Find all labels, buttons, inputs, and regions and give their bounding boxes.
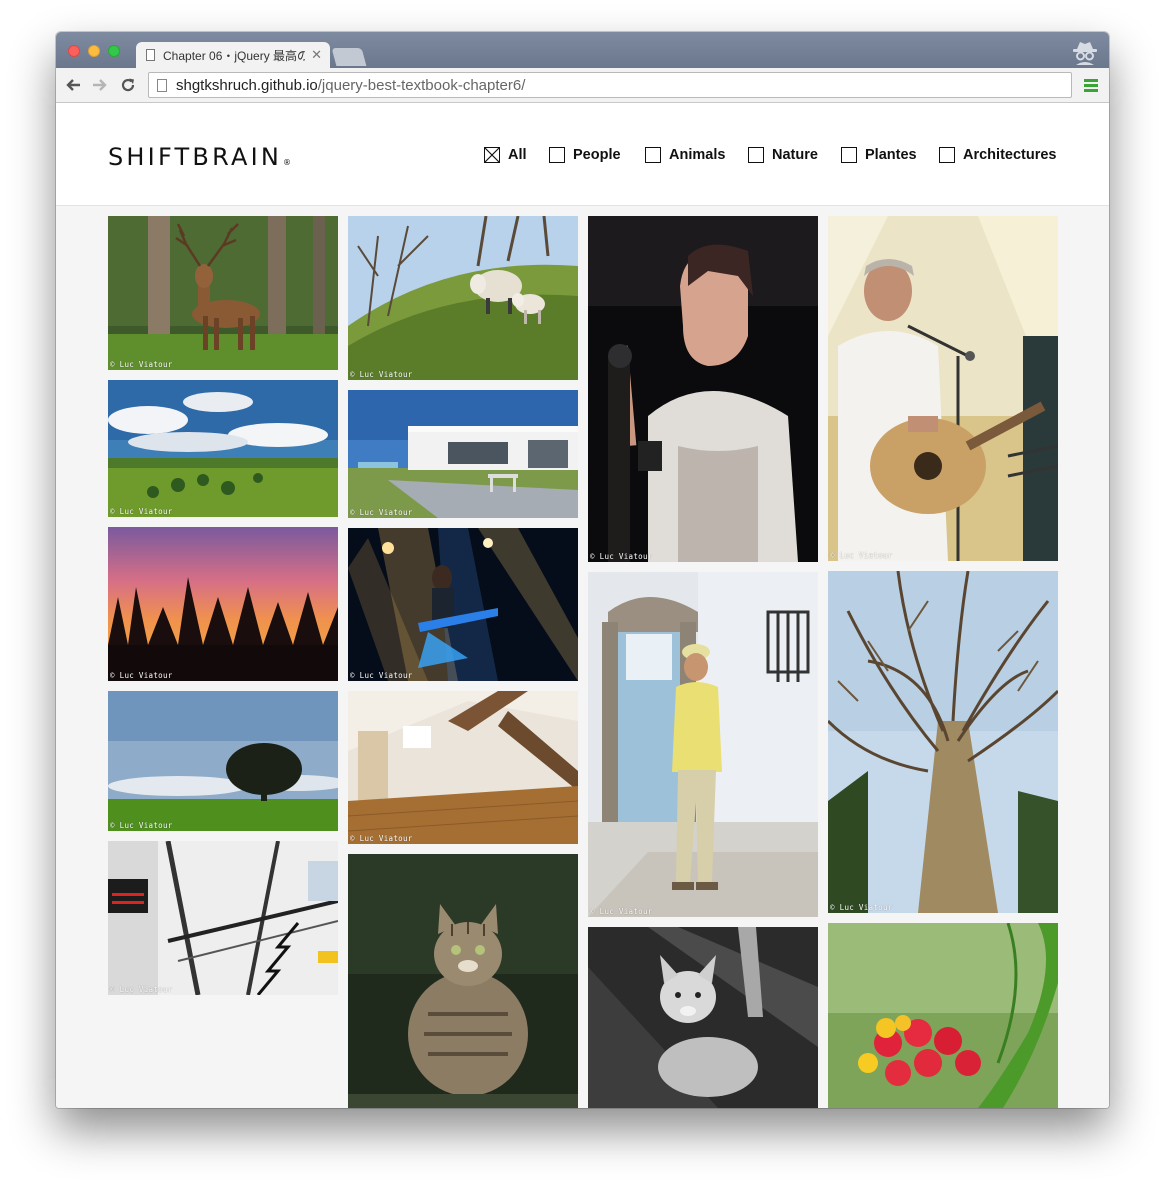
url-host: shgtkshruch.github.io bbox=[176, 76, 318, 94]
filter-label: Animals bbox=[669, 147, 726, 163]
filter-plantes[interactable]: Plantes bbox=[841, 145, 917, 165]
photo-lynx[interactable] bbox=[588, 927, 818, 1108]
photo-lone-tree[interactable]: © Luc Viatour bbox=[108, 691, 338, 831]
zoom-window-button[interactable] bbox=[108, 45, 120, 57]
incognito-icon bbox=[1068, 39, 1102, 65]
photo-wildcat[interactable] bbox=[348, 854, 578, 1108]
close-window-button[interactable] bbox=[68, 45, 80, 57]
checkbox-icon[interactable] bbox=[939, 147, 955, 163]
checkbox-checked-icon[interactable] bbox=[484, 147, 500, 163]
filter-nav: All People Animals Nature Plantes Archit… bbox=[56, 145, 1109, 165]
page-icon bbox=[146, 49, 155, 61]
photo-credit: © Luc Viatour bbox=[110, 507, 173, 516]
checkbox-icon[interactable] bbox=[645, 147, 661, 163]
site-header: SHIFTBRAIN® All People Animals Nature Pl… bbox=[56, 103, 1109, 206]
filter-animals[interactable]: Animals bbox=[645, 145, 725, 165]
page-viewport: SHIFTBRAIN® All People Animals Nature Pl… bbox=[56, 103, 1109, 1108]
tab-close-icon[interactable]: ✕ bbox=[311, 47, 322, 63]
filter-all[interactable]: All bbox=[484, 145, 527, 165]
filter-label: All bbox=[508, 147, 527, 163]
photo-tree-from-below[interactable]: © Luc Viatour bbox=[828, 571, 1058, 913]
photo-credit: © Luc Viatour bbox=[110, 360, 173, 369]
checkbox-icon[interactable] bbox=[549, 147, 565, 163]
back-arrow-icon[interactable] bbox=[62, 74, 84, 96]
photo-credit: © Luc Viatour bbox=[350, 508, 413, 517]
photo-credit: © Luc Viatour bbox=[350, 370, 413, 379]
filter-label: People bbox=[573, 147, 621, 163]
forward-arrow-icon[interactable] bbox=[89, 74, 111, 96]
checkbox-icon[interactable] bbox=[841, 147, 857, 163]
photo-credit: © Luc Viatour bbox=[830, 903, 893, 912]
reload-icon[interactable] bbox=[117, 74, 139, 96]
filter-nature[interactable]: Nature bbox=[748, 145, 818, 165]
photo-credit: © Luc Viatour bbox=[590, 907, 653, 916]
photo-credit: © Luc Viatour bbox=[830, 551, 893, 560]
browser-menu-icon[interactable] bbox=[1084, 79, 1098, 93]
photo-singer-woman[interactable]: © Luc Viatour bbox=[588, 216, 818, 562]
page-icon bbox=[157, 78, 167, 92]
browser-window: Chapter 06・jQuery 最高の… ✕ shgtkshruch.gi bbox=[56, 32, 1109, 1108]
photo-modern-house[interactable]: © Luc Viatour bbox=[348, 390, 578, 518]
filter-architectures[interactable]: Architectures bbox=[939, 145, 1056, 165]
new-tab-button[interactable] bbox=[331, 48, 367, 66]
filter-label: Nature bbox=[772, 147, 818, 163]
photo-credit: © Luc Viatour bbox=[590, 552, 653, 561]
photo-man-yellow-shirt[interactable]: © Luc Viatour bbox=[588, 572, 818, 917]
photo-credit: © Luc Viatour bbox=[350, 671, 413, 680]
photo-credit: © Luc Viatour bbox=[110, 821, 173, 830]
url-path: /jquery-best-textbook-chapter6/ bbox=[317, 76, 526, 94]
photo-red-flowers[interactable] bbox=[828, 923, 1058, 1108]
checkbox-icon[interactable] bbox=[748, 147, 764, 163]
filter-label: Plantes bbox=[865, 147, 917, 163]
photo-attic-room[interactable]: © Luc Viatour bbox=[348, 691, 578, 844]
photo-credit: © Luc Viatour bbox=[110, 985, 173, 994]
photo-guitarist-stage[interactable]: © Luc Viatour bbox=[348, 528, 578, 681]
photo-sheep[interactable]: © Luc Viatour bbox=[348, 216, 578, 380]
browser-titlebar: Chapter 06・jQuery 最高の… ✕ bbox=[56, 32, 1109, 68]
photo-credit: © Luc Viatour bbox=[350, 834, 413, 843]
minimize-window-button[interactable] bbox=[88, 45, 100, 57]
browser-toolbar: shgtkshruch.github.io/jquery-best-textbo… bbox=[56, 68, 1109, 103]
photo-sunset-trees[interactable]: © Luc Viatour bbox=[108, 527, 338, 681]
tab-title: Chapter 06・jQuery 最高の… bbox=[163, 48, 306, 63]
filter-people[interactable]: People bbox=[549, 145, 621, 165]
photo-meadow-sky[interactable]: © Luc Viatour bbox=[108, 380, 338, 517]
photo-credit: © Luc Viatour bbox=[110, 671, 173, 680]
browser-tab[interactable]: Chapter 06・jQuery 最高の… ✕ bbox=[136, 42, 330, 68]
filter-label: Architectures bbox=[963, 147, 1057, 163]
photo-singer-guitar[interactable]: © Luc Viatour bbox=[828, 216, 1058, 561]
photo-deer[interactable]: © Luc Viatour bbox=[108, 216, 338, 370]
photo-staircase[interactable]: © Luc Viatour bbox=[108, 841, 338, 995]
address-bar[interactable]: shgtkshruch.github.io/jquery-best-textbo… bbox=[148, 72, 1072, 98]
